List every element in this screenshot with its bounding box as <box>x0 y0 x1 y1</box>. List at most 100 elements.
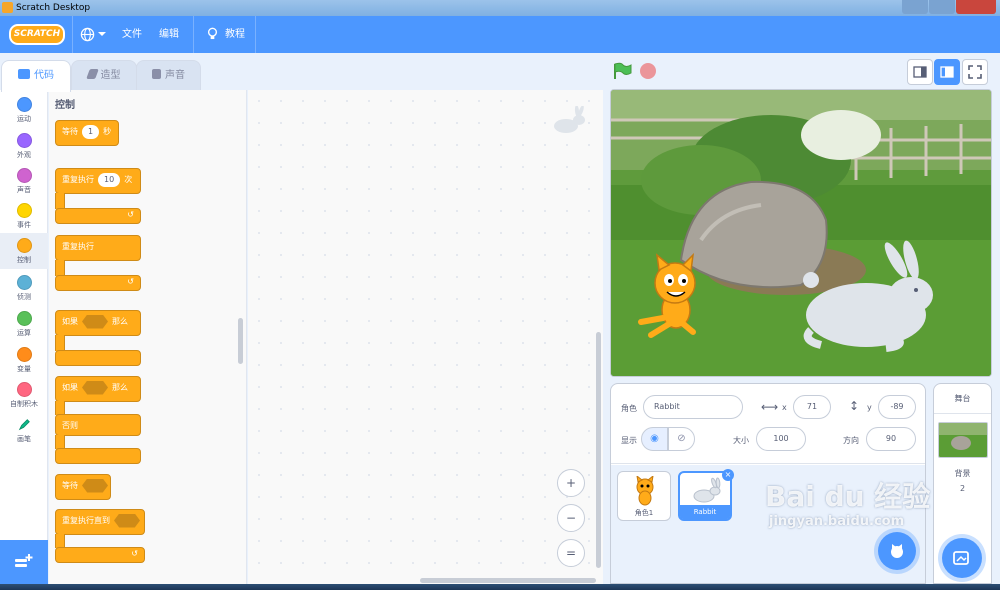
sprite-name-label: 角色 <box>621 404 637 413</box>
script-workspace[interactable]: + − = <box>248 90 603 584</box>
edit-menu[interactable]: 编辑 <box>159 16 179 53</box>
menu-divider <box>255 16 256 53</box>
tutorials-button[interactable]: 教程 <box>205 16 245 53</box>
wait-until-block[interactable]: 等待 <box>55 474 111 500</box>
tab-costumes[interactable]: 造型 <box>71 60 137 90</box>
sprite-properties: 角色 Rabbit ⟷ x 71 ↕ y -89 显示 ◉ ⊘ 大小 100 方… <box>611 384 925 464</box>
stage-pane-title: 舞台 <box>934 384 991 414</box>
tab-code-label: 代码 <box>34 70 54 81</box>
sprite-name-input[interactable]: Rabbit <box>643 395 743 419</box>
x-position-input[interactable]: 71 <box>793 395 831 419</box>
y-label: y <box>867 403 872 412</box>
add-extension-button[interactable] <box>0 540 48 584</box>
chevron-down-icon <box>98 32 106 36</box>
close-window-button[interactable] <box>956 0 996 14</box>
category-events[interactable]: 事件 <box>0 198 48 234</box>
y-position-input[interactable]: -89 <box>878 395 916 419</box>
scratch-logo[interactable]: SCRATCH <box>9 24 65 45</box>
sprite-tile-rabbit[interactable]: Rabbit × <box>678 469 734 521</box>
condition-slot[interactable] <box>82 478 108 493</box>
sprite-tile-cat[interactable]: 角色1 <box>617 471 671 521</box>
tab-costumes-label: 造型 <box>100 70 121 81</box>
condition-slot[interactable] <box>82 380 108 395</box>
baidu-watermark: Bai du 经验 jingyan.baidu.com <box>765 480 930 530</box>
category-operators[interactable]: 运算 <box>0 306 48 342</box>
if-then-block-arm <box>55 335 65 351</box>
stop-button[interactable] <box>640 63 656 79</box>
green-flag-icon[interactable] <box>612 62 632 80</box>
language-menu-button[interactable] <box>80 16 110 53</box>
menu-divider <box>72 16 73 53</box>
category-dot <box>16 382 32 397</box>
large-stage-button[interactable] <box>934 59 960 85</box>
scratch-cat-thumbnail <box>636 476 654 506</box>
stage-scene <box>611 90 991 376</box>
code-icon <box>18 69 30 79</box>
category-dot <box>16 347 32 362</box>
stage-canvas[interactable] <box>610 89 992 377</box>
menu-divider <box>193 16 194 53</box>
repeat-until-block-bottom: ↺ <box>55 547 145 563</box>
loop-arrow-icon: ↺ <box>127 210 134 219</box>
tab-code[interactable]: 代码 <box>1 60 71 92</box>
menu-bar: SCRATCH 文件 编辑 教程 <box>0 16 1000 53</box>
watermark-url: jingyan.baidu.com <box>769 514 905 529</box>
zoom-reset-button[interactable]: = <box>557 539 585 567</box>
tab-sounds[interactable]: 声音 <box>136 60 201 90</box>
if-else-block[interactable]: 如果 那么 <box>55 376 141 402</box>
large-stage-icon <box>940 66 954 78</box>
category-dot <box>16 203 32 218</box>
condition-slot[interactable] <box>82 314 108 329</box>
backdrop-label: 背景 <box>954 469 971 478</box>
category-dot <box>16 168 32 183</box>
fullscreen-button[interactable] <box>962 59 988 85</box>
workspace-vertical-scrollbar[interactable] <box>596 332 601 568</box>
category-motion[interactable]: 运动 <box>0 92 48 128</box>
backdrop-thumbnail <box>938 422 988 458</box>
rabbit-sprite-watermark-icon <box>554 106 585 133</box>
window-title: Scratch Desktop <box>16 3 91 13</box>
zoom-in-button[interactable]: + <box>557 469 585 497</box>
file-menu[interactable]: 文件 <box>122 16 142 53</box>
delete-sprite-icon[interactable]: × <box>722 469 734 481</box>
category-sound[interactable]: 声音 <box>0 163 48 199</box>
maximize-button[interactable] <box>929 0 955 14</box>
hide-sprite-toggle[interactable]: ⊘ <box>668 427 695 451</box>
category-dot <box>16 97 32 112</box>
workspace-horizontal-scrollbar[interactable] <box>420 578 596 583</box>
add-sprite-button[interactable] <box>878 532 916 570</box>
show-sprite-toggle[interactable]: ◉ <box>641 427 668 451</box>
block-category-menu: 运动 外观 声音 事件 控制 侦测 运算 变量 自制积木 画笔 <box>0 90 48 540</box>
category-my-blocks[interactable]: 自制积木 <box>0 377 48 413</box>
category-looks[interactable]: 外观 <box>0 128 48 164</box>
repeat-block[interactable]: 重复执行 10 次 <box>55 168 141 194</box>
if-else-block-arm <box>55 435 65 449</box>
direction-input[interactable]: 90 <box>866 427 916 451</box>
backdrop-preview <box>939 423 987 457</box>
add-backdrop-button[interactable] <box>942 538 982 578</box>
category-pen[interactable]: 画笔 <box>0 412 48 448</box>
category-sensing[interactable]: 侦测 <box>0 270 48 306</box>
repeat-until-block-arm <box>55 534 65 548</box>
zoom-out-button[interactable]: − <box>557 504 585 532</box>
if-else-middle: 否则 <box>55 414 141 436</box>
x-label: x <box>782 403 787 412</box>
condition-slot[interactable] <box>114 513 140 528</box>
repeat-count-input[interactable]: 10 <box>98 173 121 187</box>
category-variables[interactable]: 变量 <box>0 342 48 378</box>
small-stage-icon <box>913 66 927 78</box>
minimize-button[interactable] <box>902 0 928 14</box>
repeat-until-block[interactable]: 重复执行直到 <box>55 509 145 535</box>
wait-seconds-block[interactable]: 等待 1 秒 <box>55 120 119 146</box>
show-label: 显示 <box>621 436 637 445</box>
category-dot <box>16 133 32 148</box>
if-then-block[interactable]: 如果 那么 <box>55 310 141 336</box>
forever-block-bottom: ↺ <box>55 275 141 291</box>
size-input[interactable]: 100 <box>756 427 806 451</box>
category-control[interactable]: 控制 <box>0 233 48 269</box>
forever-block[interactable]: 重复执行 <box>55 235 141 261</box>
palette-scrollbar[interactable] <box>238 318 243 364</box>
direction-label: 方向 <box>843 436 859 445</box>
small-stage-button[interactable] <box>907 59 933 85</box>
wait-seconds-input[interactable]: 1 <box>82 125 100 139</box>
